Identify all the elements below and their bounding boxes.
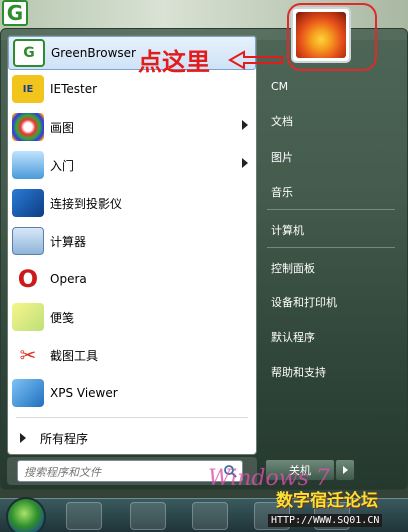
program-xps-viewer[interactable]: XPS Viewer: [8, 376, 256, 410]
right-item-label: 控制面板: [271, 262, 315, 275]
program-label: IETester: [50, 82, 98, 96]
program-calculator[interactable]: 计算器: [8, 224, 256, 258]
program-paint[interactable]: 画图: [8, 110, 256, 144]
right-item-music[interactable]: 音乐: [263, 179, 403, 205]
program-label: XPS Viewer: [50, 386, 118, 400]
taskbar-ie-icon[interactable]: [66, 502, 102, 530]
right-separator: [267, 247, 395, 248]
right-item-control-panel[interactable]: 控制面板: [263, 255, 403, 281]
desktop-greenbrowser-icon[interactable]: G: [2, 0, 28, 26]
program-snipping-tool[interactable]: ✂ 截图工具: [8, 338, 256, 372]
right-item-user[interactable]: CM: [263, 73, 403, 99]
ietester-icon: IE: [12, 75, 44, 103]
programs-pane: G GreenBrowser IE IETester 画图 入门 连接到投影仪 …: [7, 35, 257, 455]
annotation-text: 点这里: [138, 48, 210, 76]
calculator-icon: [12, 227, 44, 255]
opera-icon: O: [17, 265, 39, 293]
site-url-watermark: HTTP://WWW.SQ01.CN: [268, 514, 383, 527]
all-programs-button[interactable]: 所有程序: [8, 424, 256, 452]
program-label: 画图: [50, 120, 75, 135]
sticky-notes-icon: [12, 303, 44, 331]
greenbrowser-icon: G: [13, 39, 45, 67]
right-item-label: 图片: [271, 151, 293, 164]
right-item-label: CM: [271, 79, 289, 93]
program-label: 计算器: [50, 234, 87, 249]
getting-started-icon: [12, 151, 44, 179]
right-item-label: 设备和打印机: [271, 296, 337, 309]
program-greenbrowser[interactable]: G GreenBrowser: [8, 36, 256, 70]
program-opera[interactable]: O Opera: [8, 262, 256, 296]
program-label: 便笺: [50, 310, 75, 325]
taskbar-explorer-icon[interactable]: [130, 502, 166, 530]
shutdown-options-button[interactable]: [335, 459, 355, 481]
right-item-label: 计算机: [271, 224, 304, 237]
projector-icon: [12, 189, 44, 217]
right-item-label: 帮助和支持: [271, 366, 326, 379]
site-name-watermark: 数字宿迁论坛: [276, 491, 378, 511]
taskbar-greenbrowser-icon[interactable]: [192, 502, 228, 530]
annotation-circle: [287, 3, 377, 71]
start-orb-icon[interactable]: [6, 497, 46, 532]
right-item-label: 默认程序: [271, 331, 315, 344]
snipping-tool-icon: ✂: [19, 343, 37, 367]
right-item-default-programs[interactable]: 默认程序: [263, 324, 403, 350]
program-label: Opera: [50, 272, 87, 286]
submenu-arrow-icon: [242, 120, 248, 130]
search-input[interactable]: [18, 462, 214, 483]
right-item-label: 音乐: [271, 186, 293, 199]
xps-viewer-icon: [12, 379, 44, 407]
annotation-arrow-icon: [228, 50, 283, 70]
expand-arrow-icon: [20, 433, 26, 443]
all-programs-label: 所有程序: [40, 431, 89, 446]
right-item-documents[interactable]: 文档: [263, 108, 403, 134]
program-sticky-notes[interactable]: 便笺: [8, 300, 256, 334]
right-item-computer[interactable]: 计算机: [263, 217, 403, 243]
program-getting-started[interactable]: 入门: [8, 148, 256, 182]
right-item-label: 文档: [271, 115, 293, 128]
program-label: 连接到投影仪: [50, 196, 123, 211]
program-projector[interactable]: 连接到投影仪: [8, 186, 256, 220]
start-menu: G GreenBrowser IE IETester 画图 入门 连接到投影仪 …: [0, 28, 408, 490]
programs-separator: [16, 417, 248, 418]
program-label: 截图工具: [50, 348, 99, 363]
right-separator: [267, 209, 395, 210]
program-ietester[interactable]: IE IETester: [8, 72, 256, 106]
right-item-help-support[interactable]: 帮助和支持: [263, 359, 403, 385]
paint-icon: [12, 113, 44, 141]
submenu-arrow-icon: [242, 158, 248, 168]
program-label: GreenBrowser: [51, 46, 136, 60]
program-label: 入门: [50, 158, 75, 173]
right-item-devices-printers[interactable]: 设备和打印机: [263, 289, 403, 315]
right-item-pictures[interactable]: 图片: [263, 144, 403, 170]
